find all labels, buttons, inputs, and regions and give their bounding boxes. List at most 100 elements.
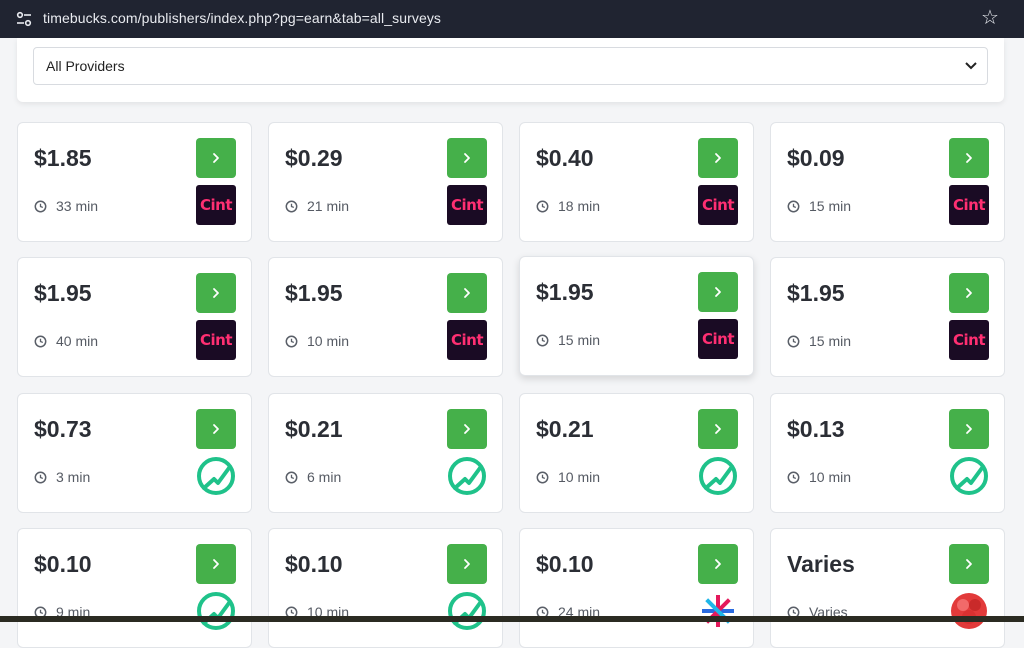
survey-price: $1.85 xyxy=(34,145,92,171)
clock-icon xyxy=(285,471,298,483)
chevron-right-icon xyxy=(213,288,219,298)
survey-duration: 10 min xyxy=(285,333,349,349)
survey-card[interactable]: $1.95 40 min Cint xyxy=(17,257,252,377)
survey-card[interactable]: $0.21 10 min xyxy=(519,393,754,513)
survey-card[interactable]: $1.95 10 min Cint xyxy=(268,257,503,377)
survey-price: $0.29 xyxy=(285,145,343,171)
survey-duration: 15 min xyxy=(787,198,851,214)
survey-card[interactable]: $0.40 18 min Cint xyxy=(519,122,754,242)
chevron-right-icon xyxy=(966,153,972,163)
duration-text: 10 min xyxy=(558,469,601,485)
duration-text: 21 min xyxy=(307,198,350,214)
red-circle-logo-icon xyxy=(951,593,987,629)
survey-card[interactable]: $0.29 21 min Cint xyxy=(268,122,503,242)
survey-price: $0.40 xyxy=(536,145,594,171)
duration-text: 10 min xyxy=(307,333,350,349)
survey-price: $0.10 xyxy=(285,551,343,577)
survey-duration: 40 min xyxy=(34,333,98,349)
survey-grid: $1.85 33 min Cint $0.29 21 min Cint $0.4… xyxy=(17,122,1005,648)
duration-text: 33 min xyxy=(56,198,99,214)
start-survey-button[interactable] xyxy=(196,409,236,449)
start-survey-button[interactable] xyxy=(698,272,738,312)
provider-select-value: All Providers xyxy=(46,58,125,74)
start-survey-button[interactable] xyxy=(698,544,738,584)
colorful-star-logo-icon xyxy=(702,595,734,627)
survey-card[interactable]: $0.10 24 min xyxy=(519,528,754,648)
duration-text: 6 min xyxy=(307,469,342,485)
start-survey-button[interactable] xyxy=(698,138,738,178)
survey-card[interactable]: $1.95 15 min Cint xyxy=(519,256,754,376)
survey-price: $0.10 xyxy=(536,551,594,577)
start-survey-button[interactable] xyxy=(949,409,989,449)
cint-logo: Cint xyxy=(447,185,487,225)
start-survey-button[interactable] xyxy=(447,273,487,313)
survey-price: $1.95 xyxy=(34,280,92,306)
green-check-logo-icon xyxy=(197,457,235,495)
green-check-logo-icon xyxy=(950,457,988,495)
chevron-right-icon xyxy=(464,153,470,163)
survey-card[interactable]: $1.95 15 min Cint xyxy=(770,257,1005,377)
site-settings-icon[interactable] xyxy=(14,9,34,29)
start-survey-button[interactable] xyxy=(447,138,487,178)
chevron-right-icon xyxy=(213,424,219,434)
green-check-logo-icon xyxy=(448,457,486,495)
start-survey-button[interactable] xyxy=(949,273,989,313)
filter-panel: All Providers xyxy=(17,38,1004,102)
bookmark-star-icon[interactable]: ☆ xyxy=(978,6,1002,30)
cint-logo: Cint xyxy=(949,320,989,360)
clock-icon xyxy=(285,200,298,212)
cint-logo: Cint xyxy=(196,185,236,225)
bottom-edge xyxy=(0,616,1024,622)
provider-select[interactable]: All Providers xyxy=(33,47,988,85)
chevron-right-icon xyxy=(213,559,219,569)
survey-card[interactable]: $0.13 10 min xyxy=(770,393,1005,513)
survey-card[interactable]: Varies Varies xyxy=(770,528,1005,648)
survey-duration: 33 min xyxy=(34,198,98,214)
chevron-right-icon xyxy=(715,424,721,434)
cint-logo: Cint xyxy=(698,185,738,225)
browser-address-bar: timebucks.com/publishers/index.php?pg=ea… xyxy=(0,0,1024,38)
chevron-right-icon xyxy=(966,424,972,434)
start-survey-button[interactable] xyxy=(949,544,989,584)
survey-duration: 10 min xyxy=(787,469,851,485)
survey-card[interactable]: $0.10 10 min xyxy=(268,528,503,648)
survey-duration: 6 min xyxy=(285,469,341,485)
start-survey-button[interactable] xyxy=(949,138,989,178)
survey-card[interactable]: $0.21 6 min xyxy=(268,393,503,513)
chevron-right-icon xyxy=(213,153,219,163)
cint-logo: Cint xyxy=(949,185,989,225)
duration-text: 3 min xyxy=(56,469,91,485)
chevron-down-icon xyxy=(965,62,977,70)
survey-price: $0.10 xyxy=(34,551,92,577)
start-survey-button[interactable] xyxy=(196,273,236,313)
clock-icon xyxy=(34,471,47,483)
survey-price: $1.95 xyxy=(536,279,594,305)
clock-icon xyxy=(34,200,47,212)
survey-card[interactable]: $1.85 33 min Cint xyxy=(17,122,252,242)
cint-logo: Cint xyxy=(196,320,236,360)
url-text[interactable]: timebucks.com/publishers/index.php?pg=ea… xyxy=(43,10,441,26)
clock-icon xyxy=(787,200,800,212)
clock-icon xyxy=(34,335,47,347)
survey-duration: 21 min xyxy=(285,198,349,214)
survey-price: $0.73 xyxy=(34,416,92,442)
survey-card[interactable]: $0.73 3 min xyxy=(17,393,252,513)
survey-price: $1.95 xyxy=(787,280,845,306)
start-survey-button[interactable] xyxy=(698,409,738,449)
clock-icon xyxy=(536,200,549,212)
survey-duration: 15 min xyxy=(787,333,851,349)
duration-text: 40 min xyxy=(56,333,99,349)
survey-price: Varies xyxy=(787,551,855,577)
survey-card[interactable]: $0.09 15 min Cint xyxy=(770,122,1005,242)
start-survey-button[interactable] xyxy=(447,409,487,449)
start-survey-button[interactable] xyxy=(447,544,487,584)
start-survey-button[interactable] xyxy=(196,138,236,178)
clock-icon xyxy=(536,471,549,483)
duration-text: 15 min xyxy=(558,332,601,348)
survey-duration: 15 min xyxy=(536,332,600,348)
clock-icon xyxy=(787,335,800,347)
survey-price: $0.21 xyxy=(285,416,343,442)
survey-card[interactable]: $0.10 9 min xyxy=(17,528,252,648)
survey-duration: 3 min xyxy=(34,469,90,485)
start-survey-button[interactable] xyxy=(196,544,236,584)
